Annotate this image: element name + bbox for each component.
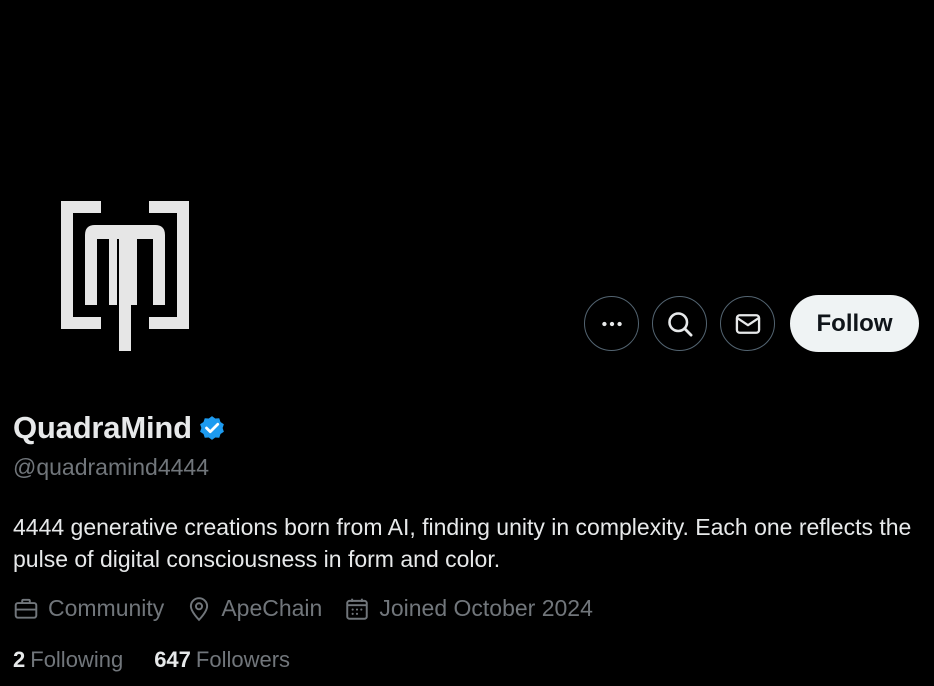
- calendar-icon: [346, 598, 369, 620]
- followers-link[interactable]: 647 Followers: [154, 647, 290, 673]
- location-item: ApeChain: [186, 595, 322, 622]
- follow-button[interactable]: Follow: [790, 295, 919, 352]
- more-horizontal-icon: [601, 321, 622, 326]
- profile-handle: @quadramind4444: [13, 454, 209, 480]
- briefcase-icon: [14, 598, 38, 619]
- location-pin-icon: [190, 596, 209, 621]
- message-button[interactable]: [720, 296, 775, 351]
- following-count: 2: [13, 647, 26, 672]
- search-button[interactable]: [652, 296, 707, 351]
- quadramind-logo: [61, 201, 189, 351]
- profile-actions: Follow: [584, 295, 919, 352]
- joined-label: Joined October 2024: [379, 595, 593, 621]
- name-row: QuadraMind: [13, 410, 227, 446]
- search-icon: [667, 311, 692, 336]
- category-label: Community: [48, 595, 165, 621]
- following-link[interactable]: 2 Following: [13, 647, 123, 673]
- profile-bio: 4444 generative creations born from AI, …: [13, 514, 912, 572]
- profile-page: Follow QuadraMind @quadramind4444 4444 g…: [0, 0, 934, 686]
- envelope-icon: [735, 313, 760, 334]
- joined-item: Joined October 2024: [344, 595, 593, 622]
- location-label: ApeChain: [221, 595, 323, 621]
- followers-count: 647: [154, 647, 191, 672]
- category-item[interactable]: Community: [13, 595, 164, 622]
- verified-badge-icon[interactable]: [197, 413, 227, 443]
- profile-stats: 2 Following 647 Followers: [13, 647, 321, 673]
- followers-label: Followers: [195, 647, 291, 672]
- more-button[interactable]: [584, 296, 639, 351]
- display-name: QuadraMind: [13, 410, 192, 445]
- following-label: Following: [30, 647, 124, 672]
- profile-banner[interactable]: [0, 0, 934, 185]
- profile-avatar[interactable]: [18, 168, 232, 382]
- profile-meta: Community ApeChain Joined October 2024: [13, 595, 615, 622]
